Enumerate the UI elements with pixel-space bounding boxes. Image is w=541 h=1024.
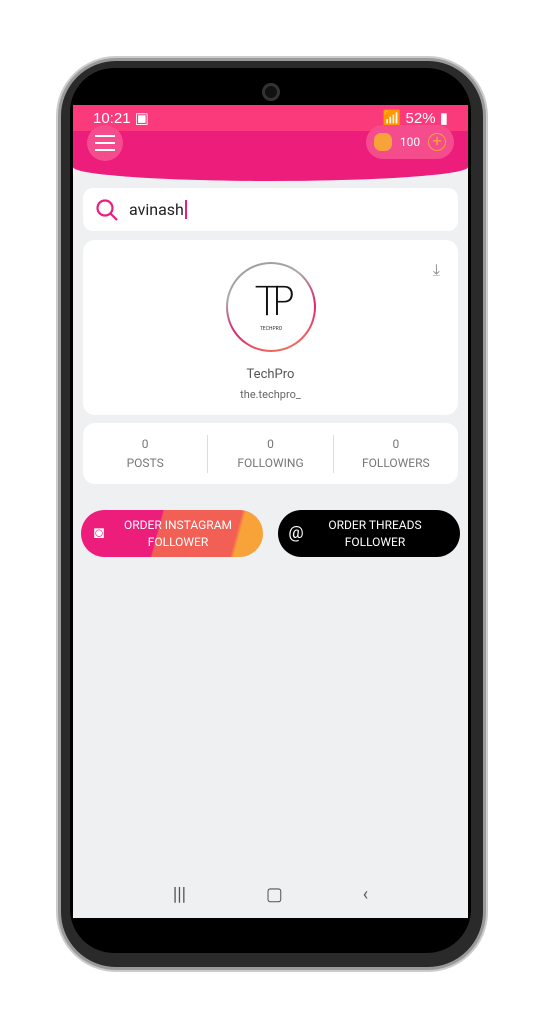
stat-posts: 0 POSTS [126, 436, 164, 470]
clock: 10:21 [93, 110, 131, 127]
profile-name: TechPro [246, 367, 295, 382]
stat-followers: 0 FOLLOWERS [332, 434, 458, 473]
recents-icon[interactable]: ||| [173, 884, 186, 905]
camera [262, 83, 280, 101]
add-coins-icon[interactable]: + [428, 133, 446, 151]
app-header: 100 + [73, 125, 468, 181]
logo-subtext: TECHPRO [259, 326, 283, 332]
stats-card: 0 POSTS 0 FOLLOWING 0 FOLLOWERS [83, 423, 458, 484]
stat-following: 0 FOLLOWING [207, 434, 332, 473]
system-nav-bar: ||| ▢ ‹ [73, 870, 468, 918]
search-icon [96, 198, 118, 221]
search-bar[interactable]: avinash [83, 188, 458, 231]
search-input[interactable]: avinash [129, 200, 187, 219]
profile-card: ⤓ TP TECHPRO TechPro the.techpro_ [83, 240, 458, 415]
avatar: TP TECHPRO [226, 262, 316, 352]
logo: TP [254, 279, 295, 325]
home-icon[interactable]: ▢ [266, 884, 283, 905]
screen: 10:21 ▣ 📶 52% ▮ 100 + avinash ⤓ TP TECHP… [73, 105, 468, 918]
order-instagram-button[interactable]: ◙ ORDER INSTAGRAM FOLLOWER [81, 510, 263, 557]
coin-balance[interactable]: 100 + [366, 125, 454, 159]
coin-count: 100 [399, 135, 421, 149]
back-icon[interactable]: ‹ [363, 884, 368, 905]
instagram-icon: ◙ [93, 523, 105, 543]
image-icon: ▣ [134, 110, 149, 127]
menu-button[interactable] [87, 125, 123, 161]
order-threads-button[interactable]: @ ORDER THREADS FOLLOWER [278, 510, 460, 557]
threads-icon: @ [288, 523, 304, 543]
coin-icon [374, 133, 392, 151]
battery-icon: ▮ [439, 110, 448, 127]
profile-handle: the.techpro_ [240, 388, 301, 401]
download-icon[interactable]: ⤓ [433, 260, 440, 280]
